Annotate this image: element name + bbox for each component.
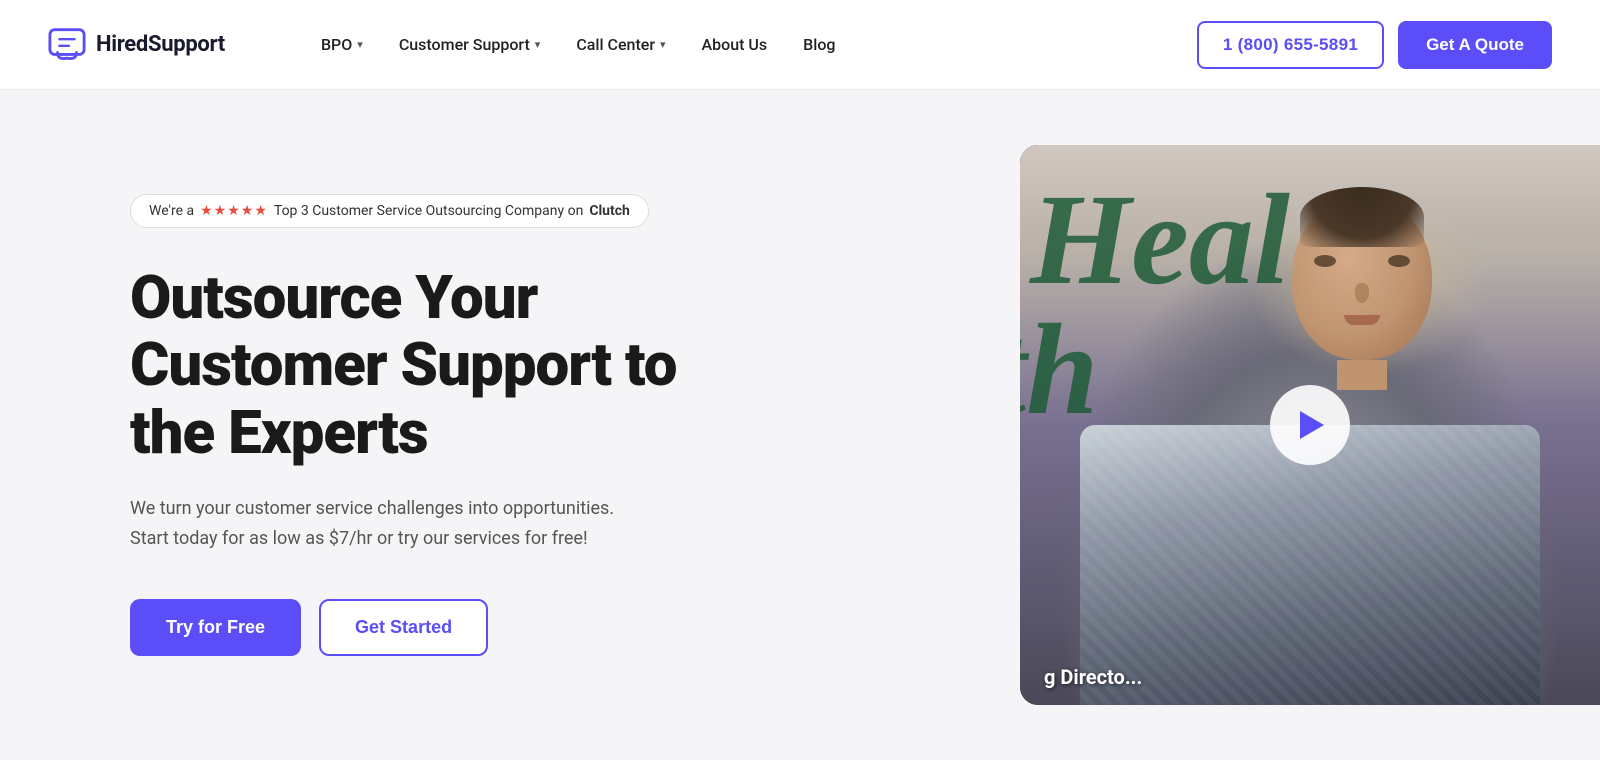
face-shape bbox=[1292, 195, 1432, 360]
mouth bbox=[1344, 315, 1380, 325]
eye-left bbox=[1314, 255, 1336, 267]
logo-link[interactable]: HiredSupport bbox=[48, 24, 225, 66]
nav-item-bpo[interactable]: BPO ▾ bbox=[305, 25, 379, 64]
video-bottom-label: g Directo... bbox=[1044, 665, 1142, 689]
brand-name: HiredSupport bbox=[96, 32, 225, 57]
phone-button[interactable]: 1 (800) 655-5891 bbox=[1197, 21, 1384, 69]
get-started-button[interactable]: Get Started bbox=[319, 599, 488, 656]
hero-section: We're a ★★★★★ Top 3 Customer Service Out… bbox=[0, 90, 1600, 760]
chevron-down-icon: ▾ bbox=[357, 38, 363, 51]
nav-label-blog: Blog bbox=[803, 35, 835, 54]
nav-links: BPO ▾ Customer Support ▾ Call Center ▾ A… bbox=[305, 25, 1197, 64]
hero-title: Outsource Your Customer Support to the E… bbox=[130, 264, 750, 466]
badge-suffix-bold: Clutch bbox=[589, 203, 630, 219]
shirt-pattern bbox=[1080, 425, 1540, 705]
star-rating: ★★★★★ bbox=[200, 203, 268, 219]
nav-item-about-us[interactable]: About Us bbox=[686, 25, 784, 64]
nose bbox=[1355, 283, 1369, 303]
video-bg-text2: th bbox=[1020, 305, 1098, 435]
video-panel: Heal th bbox=[1020, 145, 1600, 705]
hero-subtitle: We turn your customer service challenges… bbox=[130, 494, 630, 555]
shirt bbox=[1080, 425, 1540, 705]
nav-label-about-us: About Us bbox=[702, 35, 768, 54]
rating-badge: We're a ★★★★★ Top 3 Customer Service Out… bbox=[130, 194, 649, 228]
nav-item-call-center[interactable]: Call Center ▾ bbox=[560, 25, 681, 64]
badge-suffix-plain: Top 3 Customer Service Outsourcing Compa… bbox=[274, 203, 583, 219]
video-background: Heal th bbox=[1020, 145, 1600, 705]
nav-label-call-center: Call Center bbox=[576, 35, 655, 54]
neck bbox=[1337, 360, 1387, 390]
hero-buttons: Try for Free Get Started bbox=[130, 599, 750, 656]
badge-prefix: We're a bbox=[149, 203, 194, 219]
nav-actions: 1 (800) 655-5891 Get A Quote bbox=[1197, 21, 1552, 69]
hero-content: We're a ★★★★★ Top 3 Customer Service Out… bbox=[130, 194, 810, 656]
play-icon bbox=[1300, 411, 1324, 439]
chevron-down-icon: ▾ bbox=[535, 38, 541, 51]
hair bbox=[1300, 187, 1424, 247]
eye-right bbox=[1388, 255, 1410, 267]
nav-item-blog[interactable]: Blog bbox=[787, 25, 851, 64]
nav-item-customer-support[interactable]: Customer Support ▾ bbox=[383, 25, 557, 64]
get-quote-button[interactable]: Get A Quote bbox=[1398, 21, 1552, 69]
chevron-down-icon: ▾ bbox=[660, 38, 666, 51]
nav-label-customer-support: Customer Support bbox=[399, 35, 530, 54]
play-button[interactable] bbox=[1270, 385, 1350, 465]
nav-label-bpo: BPO bbox=[321, 35, 352, 54]
logo-icon bbox=[48, 24, 86, 66]
navbar: HiredSupport BPO ▾ Customer Support ▾ Ca… bbox=[0, 0, 1600, 90]
try-free-button[interactable]: Try for Free bbox=[130, 599, 301, 656]
